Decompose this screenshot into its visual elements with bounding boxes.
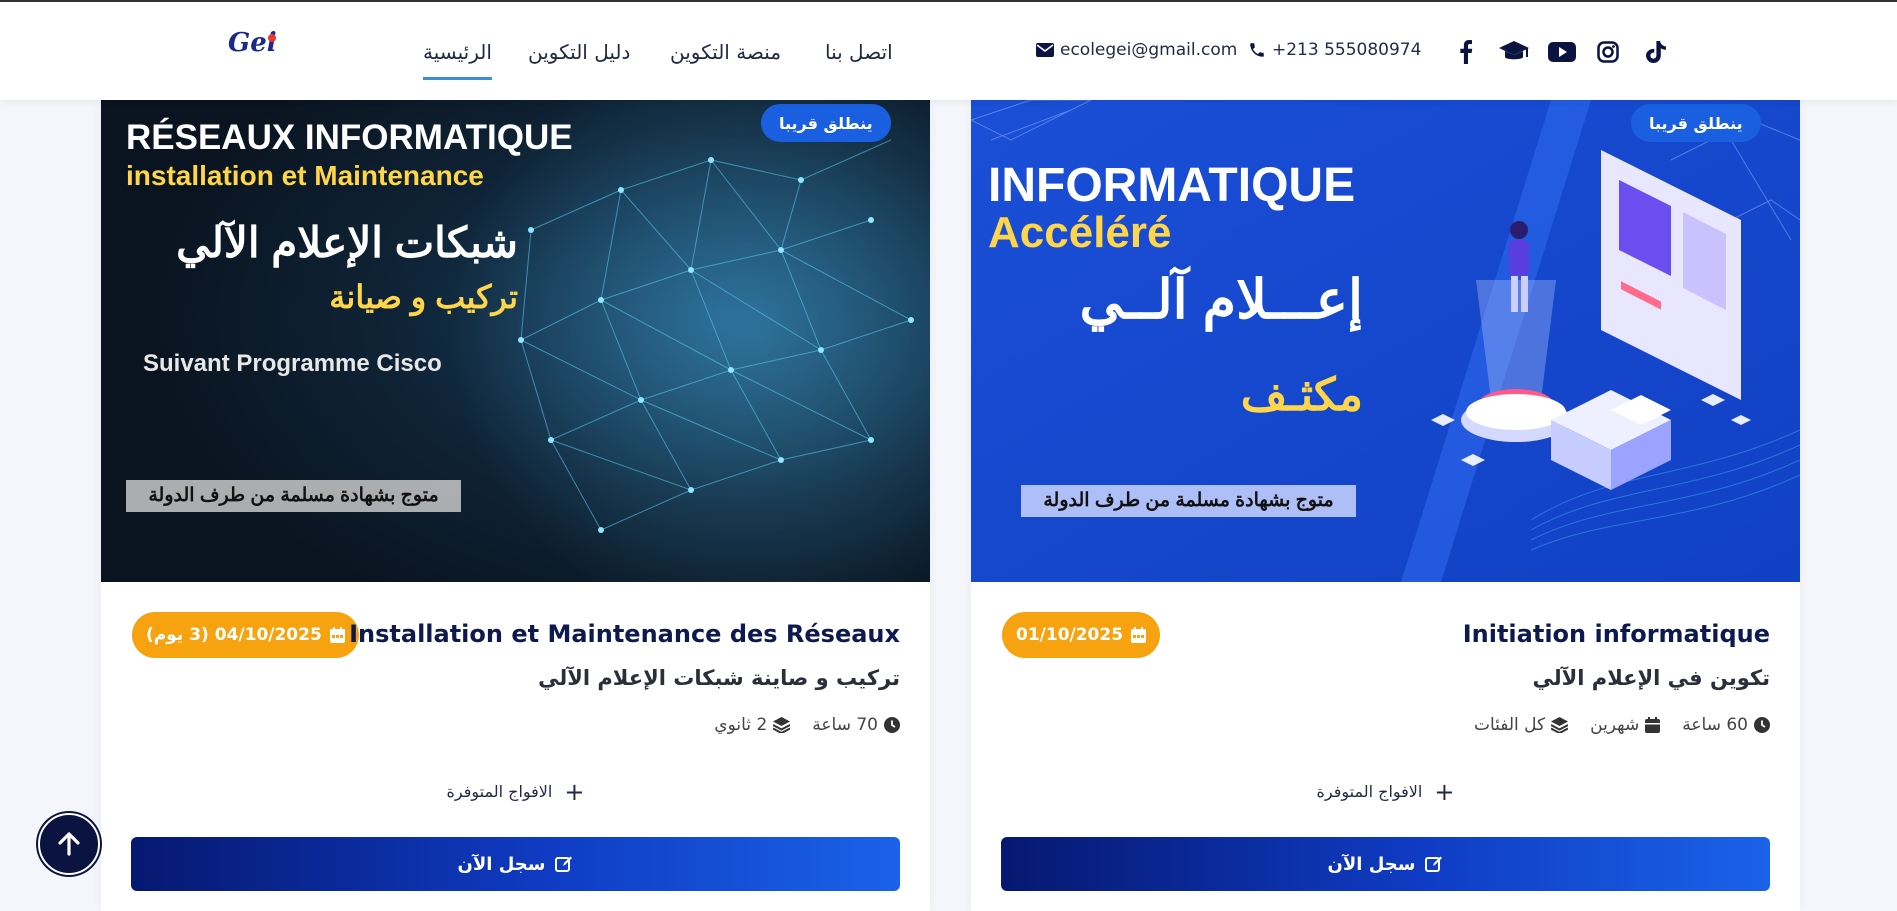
course-subtitle: تكوين في الإعلام الآلي xyxy=(1532,666,1770,690)
register-label: سجل الآن xyxy=(1327,853,1416,875)
scroll-to-top-button[interactable] xyxy=(38,813,100,875)
register-button[interactable]: سجل الآن xyxy=(1001,837,1770,891)
site-logo[interactable]: Gei xyxy=(228,28,277,62)
status-badge: ينطلق قريبا xyxy=(1631,104,1761,142)
duration-info: شهرين xyxy=(1590,715,1661,735)
facebook-icon[interactable] xyxy=(1453,39,1479,65)
phone-icon xyxy=(1250,43,1264,57)
hours-text: 60 ساعة xyxy=(1682,715,1748,735)
edit-icon xyxy=(1425,856,1443,872)
hours-info: 70 ساعة xyxy=(812,715,900,735)
email-text: ecolegei@gmail.com xyxy=(1060,40,1238,60)
level-info: كل الفئات xyxy=(1473,715,1569,735)
course-image-networks[interactable]: RÉSEAUX INFORMATIQUE installation et Mai… xyxy=(101,100,930,582)
image-certificate-text: متوج بشهادة مسلمة من طرف الدولة xyxy=(148,485,439,506)
level-info: 2 ثانوي xyxy=(714,715,791,735)
available-groups-toggle[interactable]: + الافواج المتوفرة xyxy=(101,778,930,806)
plus-icon: + xyxy=(1434,778,1455,806)
course-meta: 70 ساعة 2 ثانوي xyxy=(714,715,900,735)
image-arabic-title: إعـــلام آلــي xyxy=(1079,270,1363,330)
calendar-icon xyxy=(1131,627,1147,643)
calendar-icon xyxy=(1645,717,1661,733)
course-title[interactable]: Installation et Maintenance des Réseaux xyxy=(349,620,900,648)
course-card-networks: RÉSEAUX INFORMATIQUE installation et Mai… xyxy=(101,100,930,911)
image-arabic-title: شبكات الإعلام الآلي xyxy=(176,219,518,266)
plus-icon: + xyxy=(564,778,585,806)
image-certificate-text: متوج بشهادة مسلمة من طرف الدولة xyxy=(1043,490,1334,511)
status-badge: ينطلق قريبا xyxy=(761,104,891,142)
start-date-badge: 01/10/2025 xyxy=(1002,612,1161,658)
youtube-icon[interactable] xyxy=(1547,39,1577,65)
phone-text: +213 555080974 xyxy=(1272,40,1422,60)
level-text: 2 ثانوي xyxy=(714,715,768,735)
clock-icon xyxy=(1754,717,1770,733)
layers-icon xyxy=(773,717,791,733)
start-date-badge: 04/10/2025 (3 يوم) xyxy=(132,612,359,658)
instagram-icon[interactable] xyxy=(1595,39,1621,65)
arrow-up-icon xyxy=(58,832,80,856)
site-header: Gei الرئيسية دليل التكوين منصة التكوين ا… xyxy=(0,2,1897,100)
logo-text: Gei xyxy=(228,28,277,58)
tiktok-icon[interactable] xyxy=(1643,39,1669,65)
nav-guide[interactable]: دليل التكوين xyxy=(528,40,630,64)
available-groups-toggle[interactable]: + الافواج المتوفرة xyxy=(971,778,1800,806)
image-subheading: installation et Maintenance xyxy=(126,160,484,191)
available-groups-label: الافواج المتوفرة xyxy=(1316,782,1423,801)
course-meta: 60 ساعة شهرين كل الفئات xyxy=(1474,715,1770,735)
image-arabic-subtitle: تركيب و صيانة xyxy=(329,279,518,315)
image-subheading: Accéléré xyxy=(988,208,1172,257)
layers-icon xyxy=(1551,717,1569,733)
register-button[interactable]: سجل الآن xyxy=(131,837,900,891)
course-image-informatique[interactable]: INFORMATIQUE Accéléré إعـــلام آلــي مكث… xyxy=(971,100,1800,582)
nav-platform[interactable]: منصة التكوين xyxy=(670,40,781,64)
nav-home[interactable]: الرئيسية xyxy=(423,40,492,80)
hours-text: 70 ساعة xyxy=(812,715,878,735)
level-text: كل الفئات xyxy=(1473,715,1546,735)
image-heading: INFORMATIQUE xyxy=(988,159,1356,212)
duration-text: شهرين xyxy=(1590,715,1640,735)
image-program-text: Suivant Programme Cisco xyxy=(143,350,442,377)
image-heading: RÉSEAUX INFORMATIQUE xyxy=(126,118,573,157)
edit-icon xyxy=(555,856,573,872)
email-contact[interactable]: ecolegei@gmail.com xyxy=(1036,40,1237,60)
course-title[interactable]: Initiation informatique xyxy=(1463,620,1770,648)
envelope-icon xyxy=(1036,43,1054,57)
image-arabic-subtitle: مكثـف xyxy=(1240,369,1363,420)
date-text: 04/10/2025 (3 يوم) xyxy=(146,625,322,645)
course-card-informatique: INFORMATIQUE Accéléré إعـــلام آلــي مكث… xyxy=(971,100,1800,911)
nav-contact[interactable]: اتصل بنا xyxy=(825,40,893,64)
phone-contact[interactable]: +213 555080974 xyxy=(1248,40,1421,60)
calendar-icon xyxy=(329,627,345,643)
graduation-cap-icon[interactable] xyxy=(1499,39,1529,65)
course-subtitle: تركيب و صاينة شبكات الإعلام الآلي xyxy=(538,666,900,690)
register-label: سجل الآن xyxy=(457,853,546,875)
available-groups-label: الافواج المتوفرة xyxy=(446,782,553,801)
clock-icon xyxy=(884,717,900,733)
date-text: 01/10/2025 xyxy=(1016,625,1124,645)
hours-info: 60 ساعة xyxy=(1682,715,1770,735)
logo-dot xyxy=(268,34,276,42)
